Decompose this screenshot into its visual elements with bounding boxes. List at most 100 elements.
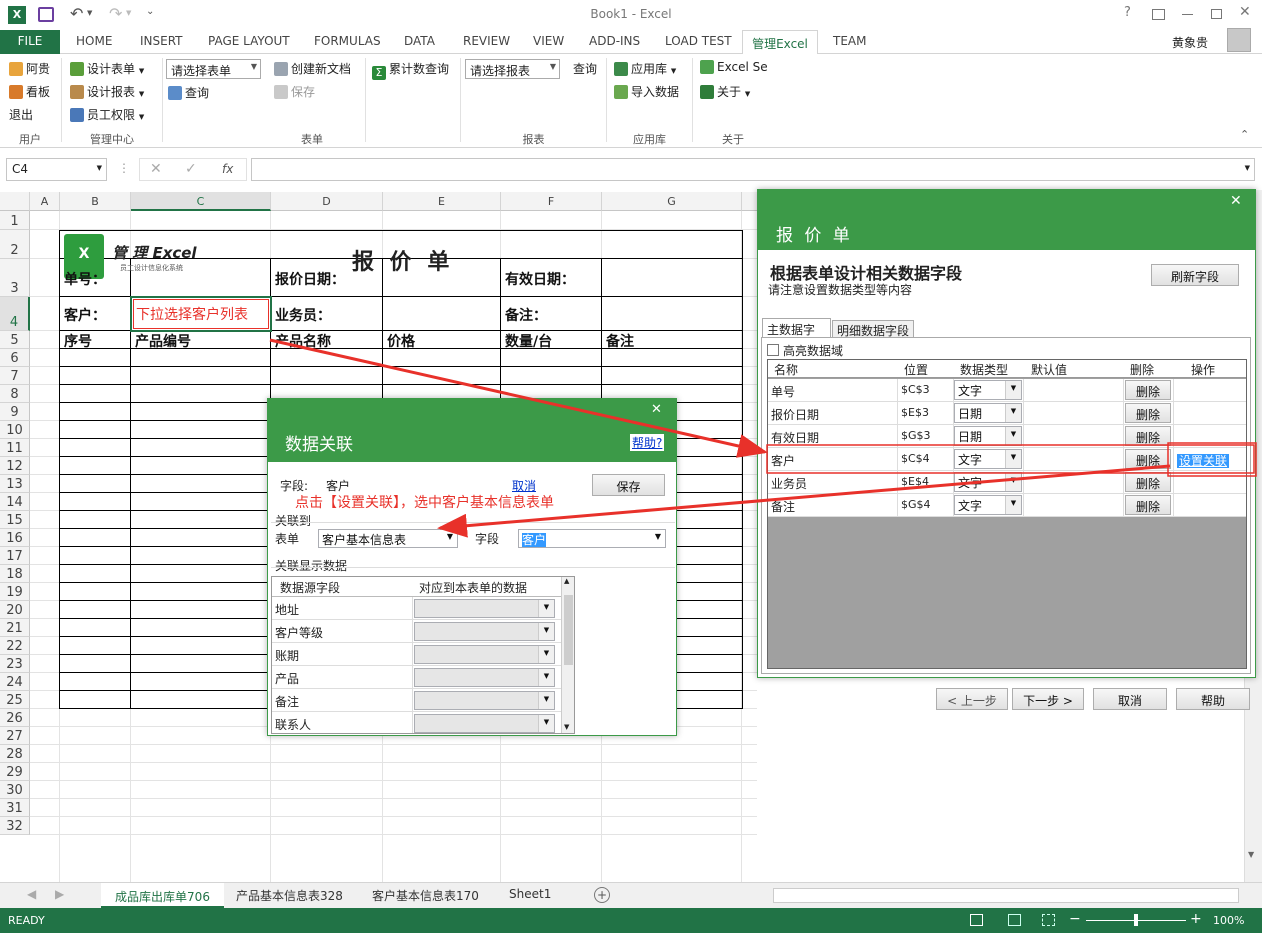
tab-main-fields[interactable]: 主数据字段 xyxy=(762,318,831,354)
row-header[interactable]: 24 xyxy=(0,673,30,691)
row-header[interactable]: 26 xyxy=(0,709,30,727)
field-default[interactable] xyxy=(1024,494,1124,517)
tab-home[interactable]: HOME xyxy=(76,34,112,48)
zoom-in-icon[interactable]: + xyxy=(1190,911,1202,927)
tab-page-layout[interactable]: PAGE LAYOUT xyxy=(208,34,290,48)
field-type-select[interactable]: 日期 ▼ xyxy=(954,426,1022,446)
row-header[interactable]: 13 xyxy=(0,475,30,493)
mapping-target-select[interactable]: ▼ xyxy=(414,668,555,687)
tab-add-ins[interactable]: ADD-INS xyxy=(589,34,640,48)
relation-close-icon[interactable]: ✕ xyxy=(651,402,662,417)
mapping-target-select[interactable]: ▼ xyxy=(414,645,555,664)
row-header[interactable]: 11 xyxy=(0,439,30,457)
logout-button[interactable]: 退出 xyxy=(9,106,33,123)
delete-button[interactable]: 删除 xyxy=(1125,403,1171,423)
mapping-scrollbar[interactable]: ▲ ▼ xyxy=(561,577,574,733)
column-header[interactable]: F xyxy=(501,192,602,211)
formula-input[interactable]: ▼ xyxy=(251,158,1255,181)
row-header[interactable]: 5 xyxy=(0,331,30,349)
zoom-level[interactable]: 100% xyxy=(1213,914,1244,927)
row-header[interactable]: 10 xyxy=(0,421,30,439)
close-icon[interactable]: ✕ xyxy=(1239,4,1251,20)
relation-help-link[interactable]: 帮助? xyxy=(630,434,665,451)
field-default[interactable] xyxy=(1024,448,1124,471)
relation-save-button[interactable]: 保存 xyxy=(592,474,665,496)
page-break-view-icon[interactable] xyxy=(1042,914,1055,926)
about-button[interactable]: 关于 ▼ xyxy=(700,83,750,100)
field-type-select[interactable]: 日期 ▼ xyxy=(954,403,1022,423)
user-name[interactable]: 黄象贵 xyxy=(1172,34,1208,51)
minimize-icon[interactable] xyxy=(1182,14,1193,15)
add-sheet-icon[interactable]: + xyxy=(594,887,610,903)
field-type-select[interactable]: 文字 ▼ xyxy=(954,495,1022,515)
column-header[interactable]: B xyxy=(60,192,131,211)
row-header[interactable]: 25 xyxy=(0,691,30,709)
field-default[interactable] xyxy=(1024,471,1124,494)
fx-icon[interactable]: fx xyxy=(222,162,233,176)
collapse-ribbon-icon[interactable]: ⌃ xyxy=(1240,128,1249,141)
sheet-tab[interactable]: 产品基本信息表328 xyxy=(236,887,343,904)
field-type-select[interactable]: 文字 ▼ xyxy=(954,449,1022,469)
cancel-button[interactable]: 取消 xyxy=(1093,688,1167,710)
enter-check-icon[interactable]: ✓ xyxy=(185,161,197,177)
scroll-down-icon[interactable]: ▼ xyxy=(1248,850,1254,859)
row-header[interactable]: 14 xyxy=(0,493,30,511)
field-type-select[interactable]: 文字 ▼ xyxy=(954,380,1022,400)
row-header[interactable]: 17 xyxy=(0,547,30,565)
tab-team[interactable]: TEAM xyxy=(833,34,866,48)
report-select[interactable]: 请选择报表 ▼ xyxy=(465,59,560,79)
row-header[interactable]: 18 xyxy=(0,565,30,583)
set-relation-link[interactable]: 设置关联 xyxy=(1177,454,1230,468)
row-header[interactable]: 27 xyxy=(0,727,30,745)
create-doc-button[interactable]: 创建新文档 xyxy=(274,60,351,77)
row-header[interactable]: 21 xyxy=(0,619,30,637)
delete-button[interactable]: 删除 xyxy=(1125,472,1171,492)
maximize-icon[interactable] xyxy=(1211,9,1222,19)
sheet-prev-icon[interactable]: ◀ xyxy=(27,887,36,901)
delete-button[interactable]: 删除 xyxy=(1125,426,1171,446)
tab-data[interactable]: DATA xyxy=(404,34,435,48)
name-box[interactable]: C4 ▼ xyxy=(6,158,107,181)
row-header[interactable]: 30 xyxy=(0,781,30,799)
app-store-button[interactable]: 应用库 ▼ xyxy=(614,60,676,77)
excel-se-button[interactable]: Excel Se xyxy=(700,60,768,74)
mapping-target-select[interactable]: ▼ xyxy=(414,714,555,733)
scroll-down-icon[interactable]: ▼ xyxy=(564,723,569,731)
row-header[interactable]: 31 xyxy=(0,799,30,817)
save-doc-button[interactable]: 保存 xyxy=(274,83,315,100)
row-header[interactable]: 7 xyxy=(0,367,30,385)
refresh-fields-button[interactable]: 刷新字段 xyxy=(1151,264,1239,286)
horizontal-scrollbar[interactable] xyxy=(773,888,1239,903)
cancel-x-icon[interactable]: ✕ xyxy=(150,161,162,177)
help-button[interactable]: 帮助 xyxy=(1176,688,1250,710)
mapping-target-select[interactable]: ▼ xyxy=(414,622,555,641)
row-header[interactable]: 4 xyxy=(0,297,30,331)
sheet-tab-active[interactable]: 成品库出库单706 xyxy=(101,883,224,908)
mapping-target-select[interactable]: ▼ xyxy=(414,691,555,710)
zoom-out-icon[interactable]: − xyxy=(1069,911,1081,927)
scroll-up-icon[interactable]: ▲ xyxy=(564,577,569,585)
column-header[interactable]: A xyxy=(30,192,60,211)
field-default[interactable] xyxy=(1024,379,1124,402)
import-data-button[interactable]: 导入数据 xyxy=(614,83,679,100)
highlight-checkbox[interactable] xyxy=(767,344,779,356)
prev-step-button[interactable]: < 上一步 xyxy=(936,688,1008,710)
delete-button[interactable]: 删除 xyxy=(1125,449,1171,469)
row-header[interactable]: 8 xyxy=(0,385,30,403)
sheet-tab[interactable]: 客户基本信息表170 xyxy=(372,887,479,904)
next-step-button[interactable]: 下一步 > xyxy=(1012,688,1084,710)
mapping-target-select[interactable]: ▼ xyxy=(414,599,555,618)
help-icon[interactable]: ? xyxy=(1124,5,1131,20)
zoom-thumb[interactable] xyxy=(1134,914,1138,926)
tab-detail-fields[interactable]: 明细数据字段 xyxy=(832,320,914,338)
relation-field-select[interactable]: 客户 ▼ xyxy=(518,529,666,548)
normal-view-icon[interactable] xyxy=(970,914,983,926)
staff-permission-button[interactable]: 员工权限 ▼ xyxy=(70,106,144,123)
column-header[interactable]: G xyxy=(602,192,742,211)
design-report-button[interactable]: 设计报表 ▼ xyxy=(70,83,144,100)
row-header[interactable]: 19 xyxy=(0,583,30,601)
column-header[interactable]: E xyxy=(383,192,501,211)
tab-manage-excel[interactable]: 管理Excel xyxy=(742,30,818,55)
dashboard-button[interactable]: 看板 xyxy=(9,83,50,100)
relation-table-select[interactable]: 客户基本信息表 ▼ xyxy=(318,529,458,548)
